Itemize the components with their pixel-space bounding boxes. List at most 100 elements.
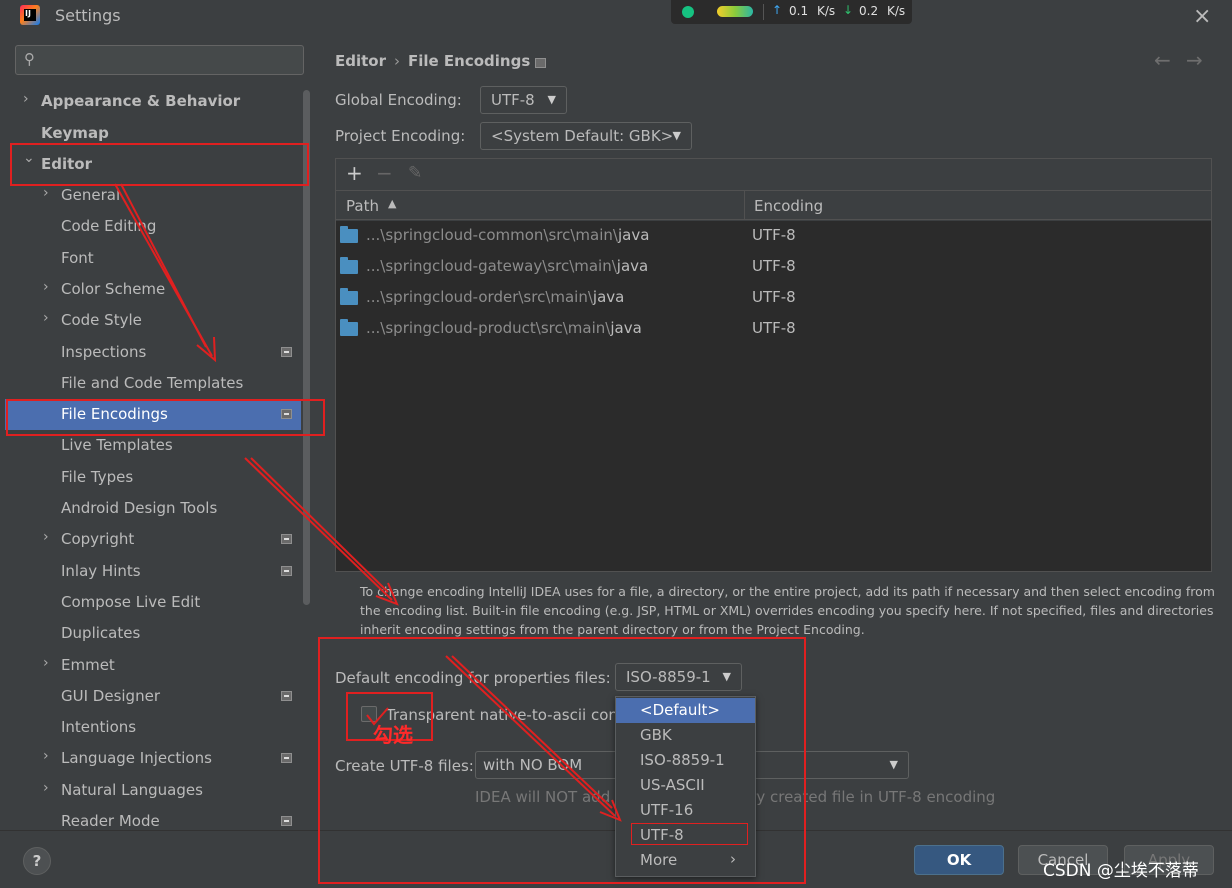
- sidebar-item[interactable]: › Color Scheme: [5, 274, 301, 305]
- folder-icon: [340, 288, 358, 305]
- back-arrow-icon[interactable]: ←: [1154, 48, 1171, 72]
- sidebar-item[interactable]: › Language Injections: [5, 743, 301, 774]
- row-encoding[interactable]: UTF-8: [752, 319, 796, 337]
- project-scope-icon: [281, 534, 292, 544]
- annotation-check-note: 勾选: [373, 723, 413, 747]
- project-scope-icon: [281, 566, 292, 576]
- chevron-right-icon[interactable]: ›: [43, 310, 49, 326]
- chevron-right-icon[interactable]: ›: [43, 748, 49, 764]
- row-path-tail: java: [610, 319, 642, 337]
- upload-speed: 0.1: [789, 4, 809, 18]
- sidebar-item-label: Font: [61, 249, 94, 267]
- sidebar-item[interactable]: File Types: [5, 462, 301, 493]
- row-path-prefix: ...\springcloud-order\src\main\: [366, 288, 593, 306]
- project-encoding-select[interactable]: <System Default: GBK> ▼: [480, 122, 692, 150]
- divider: [763, 4, 764, 20]
- breadcrumb-separator: ›: [394, 52, 400, 70]
- status-dot-icon: [682, 6, 694, 18]
- sidebar-item-label: Inspections: [61, 343, 147, 361]
- sidebar-item[interactable]: Compose Live Edit: [5, 587, 301, 618]
- search-box[interactable]: ⚲: [15, 45, 304, 75]
- table-row[interactable]: ...\springcloud-product\src\main\java UTF…: [336, 314, 1211, 345]
- sidebar-item[interactable]: › Natural Languages: [5, 775, 301, 806]
- sidebar-item-label: Reader Mode: [61, 812, 160, 830]
- row-encoding[interactable]: UTF-8: [752, 226, 796, 244]
- sidebar-item-label: Natural Languages: [61, 781, 203, 799]
- sidebar-item[interactable]: Intentions: [5, 712, 301, 743]
- global-encoding-select[interactable]: UTF-8 ▼: [480, 86, 567, 114]
- project-encoding-label: Project Encoding:: [335, 127, 466, 145]
- upload-arrow-icon: ↑: [772, 3, 783, 17]
- table-row[interactable]: ...\springcloud-gateway\src\main\java UTF…: [336, 252, 1211, 283]
- sidebar-item-label: Inlay Hints: [61, 562, 141, 580]
- chevron-right-icon[interactable]: ›: [23, 91, 29, 107]
- table-body: ...\springcloud-common\src\main\java UTF-…: [336, 221, 1211, 571]
- row-encoding[interactable]: UTF-8: [752, 288, 796, 306]
- chevron-right-icon[interactable]: ›: [43, 185, 49, 201]
- sidebar-item[interactable]: › Appearance & Behavior: [5, 86, 301, 117]
- row-path: ...\springcloud-gateway\src\main\java: [366, 257, 648, 275]
- close-icon[interactable]: ×: [1193, 4, 1211, 29]
- network-speed-widget: ↑ 0.1 K/s ↓ 0.2 K/s: [671, 0, 912, 24]
- ok-button[interactable]: OK: [914, 845, 1004, 875]
- project-scope-icon: [281, 753, 292, 763]
- chevron-right-icon[interactable]: ›: [43, 529, 49, 545]
- remove-icon[interactable]: −: [376, 161, 393, 185]
- sidebar-item-label: GUI Designer: [61, 687, 160, 705]
- project-encoding-value: <System Default: GBK>: [491, 127, 674, 145]
- help-description: To change encoding IntelliJ IDEA uses fo…: [360, 584, 1215, 637]
- row-path: ...\springcloud-common\src\main\java: [366, 226, 649, 244]
- chevron-right-icon[interactable]: ›: [43, 279, 49, 295]
- sidebar-item-label: General: [61, 186, 121, 204]
- forward-arrow-icon[interactable]: →: [1186, 48, 1203, 72]
- sidebar-item[interactable]: Inspections: [5, 337, 301, 368]
- download-arrow-icon: ↓: [843, 3, 854, 17]
- sidebar-item-label: Copyright: [61, 530, 135, 548]
- sidebar-item[interactable]: Android Design Tools: [5, 493, 301, 524]
- column-header-path[interactable]: Path: [346, 197, 379, 215]
- sidebar-item[interactable]: File and Code Templates: [5, 368, 301, 399]
- column-header-encoding[interactable]: Encoding: [754, 197, 823, 215]
- edit-icon[interactable]: ✎: [408, 163, 422, 183]
- sidebar-item[interactable]: › Copyright: [5, 524, 301, 555]
- sidebar-item[interactable]: › Code Style: [5, 305, 301, 336]
- sidebar-item[interactable]: Inlay Hints: [5, 556, 301, 587]
- row-path-tail: java: [616, 257, 649, 275]
- help-button[interactable]: ?: [23, 847, 51, 875]
- folder-icon: [340, 226, 358, 243]
- sidebar-item-label: Appearance & Behavior: [41, 92, 241, 110]
- annotation-box-editor: [10, 143, 309, 186]
- breadcrumb-parent[interactable]: Editor: [335, 52, 386, 70]
- sidebar-item[interactable]: Duplicates: [5, 618, 301, 649]
- table-row[interactable]: ...\springcloud-order\src\main\java UTF-8: [336, 283, 1211, 314]
- row-path-prefix: ...\springcloud-common\src\main\: [366, 226, 618, 244]
- sidebar-item-label: Live Templates: [61, 436, 173, 454]
- project-scope-icon: [281, 347, 292, 357]
- annotation-box-utf8: [631, 823, 748, 845]
- row-path-tail: java: [617, 226, 650, 244]
- chevron-right-icon[interactable]: ›: [43, 780, 49, 796]
- sidebar-item[interactable]: GUI Designer: [5, 681, 301, 712]
- sidebar-item-label: Intentions: [61, 718, 137, 736]
- breadcrumb-current: File Encodings: [408, 52, 531, 70]
- sort-ascending-icon: ▲: [388, 197, 397, 210]
- breadcrumb: Editor › File Encodings: [335, 52, 530, 70]
- sidebar-item[interactable]: › Emmet: [5, 650, 301, 681]
- table-toolbar: + − ✎: [336, 159, 1211, 190]
- path-encoding-table: + − ✎ Path ▲ Encoding ...\springcloud-co…: [335, 158, 1212, 572]
- column-divider[interactable]: [744, 191, 745, 219]
- row-encoding[interactable]: UTF-8: [752, 257, 796, 275]
- sidebar-item[interactable]: Code Editing: [5, 211, 301, 242]
- chevron-right-icon[interactable]: ›: [43, 655, 49, 671]
- upload-unit: K/s: [817, 4, 836, 18]
- download-unit: K/s: [887, 4, 906, 18]
- chevron-down-icon: ▼: [547, 93, 556, 106]
- sidebar-item-label: Code Editing: [61, 217, 157, 235]
- annotation-box-properties: [318, 637, 806, 884]
- sidebar-item[interactable]: Font: [5, 243, 301, 274]
- global-encoding-label: Global Encoding:: [335, 91, 462, 109]
- download-speed: 0.2: [859, 4, 879, 18]
- add-icon[interactable]: +: [346, 161, 363, 185]
- search-input[interactable]: [46, 50, 296, 70]
- table-row[interactable]: ...\springcloud-common\src\main\java UTF-…: [336, 221, 1211, 252]
